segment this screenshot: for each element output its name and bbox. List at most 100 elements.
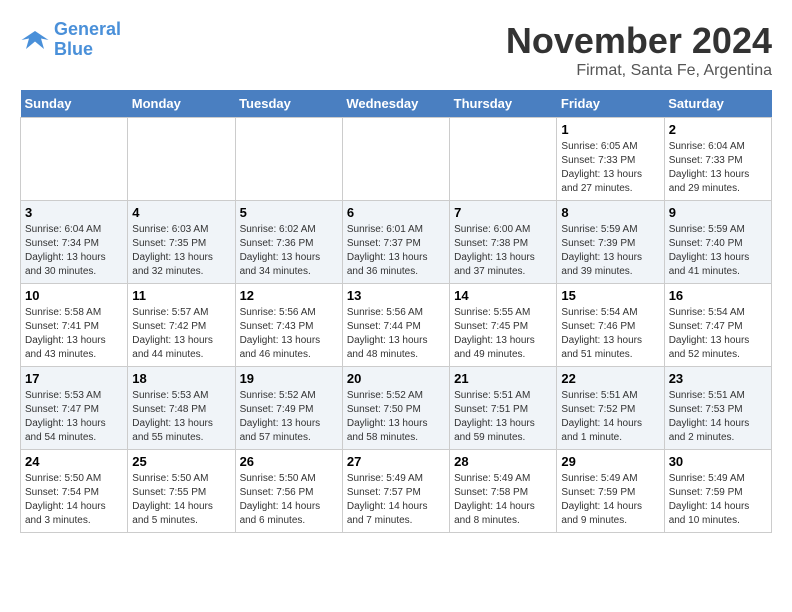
day-info: Sunrise: 6:03 AM Sunset: 7:35 PM Dayligh… [132,223,230,279]
col-saturday: Saturday [664,90,771,118]
day-number: 28 [454,454,552,469]
day-number: 19 [240,371,338,386]
logo-text: General Blue [54,20,121,60]
day-number: 23 [669,371,767,386]
day-info: Sunrise: 5:57 AM Sunset: 7:42 PM Dayligh… [132,306,230,362]
day-number: 27 [347,454,445,469]
day-number: 15 [561,288,659,303]
day-info: Sunrise: 6:04 AM Sunset: 7:33 PM Dayligh… [669,140,767,196]
day-number: 30 [669,454,767,469]
calendar-cell [342,118,449,201]
calendar-cell: 19 Sunrise: 5:52 AM Sunset: 7:49 PM Dayli… [235,367,342,450]
day-info: Sunrise: 5:59 AM Sunset: 7:39 PM Dayligh… [561,223,659,279]
calendar-cell: 4 Sunrise: 6:03 AM Sunset: 7:35 PM Daylig… [128,201,235,284]
day-info: Sunrise: 5:51 AM Sunset: 7:52 PM Dayligh… [561,389,659,445]
calendar-cell: 18 Sunrise: 5:53 AM Sunset: 7:48 PM Dayli… [128,367,235,450]
day-info: Sunrise: 5:49 AM Sunset: 7:57 PM Dayligh… [347,472,445,528]
month-title: November 2024 [506,20,772,62]
day-number: 29 [561,454,659,469]
week-row-5: 24 Sunrise: 5:50 AM Sunset: 7:54 PM Dayli… [21,450,772,533]
day-info: Sunrise: 6:04 AM Sunset: 7:34 PM Dayligh… [25,223,123,279]
day-number: 17 [25,371,123,386]
calendar-cell: 13Sunrise: 5:56 AM Sunset: 7:44 PM Dayli… [342,284,449,367]
calendar-cell [235,118,342,201]
calendar-cell: 30Sunrise: 5:49 AM Sunset: 7:59 PM Dayli… [664,450,771,533]
day-number: 24 [25,454,123,469]
day-info: Sunrise: 5:52 AM Sunset: 7:50 PM Dayligh… [347,389,445,445]
calendar-body: 1 Sunrise: 6:05 AM Sunset: 7:33 PM Daylig… [21,118,772,533]
calendar-cell [21,118,128,201]
week-row-3: 10Sunrise: 5:58 AM Sunset: 7:41 PM Dayli… [21,284,772,367]
calendar-cell: 14 Sunrise: 5:55 AM Sunset: 7:45 PM Dayli… [450,284,557,367]
day-info: Sunrise: 5:53 AM Sunset: 7:47 PM Dayligh… [25,389,123,445]
day-number: 18 [132,371,230,386]
calendar-cell: 20Sunrise: 5:52 AM Sunset: 7:50 PM Dayli… [342,367,449,450]
day-info: Sunrise: 5:55 AM Sunset: 7:45 PM Dayligh… [454,306,552,362]
day-info: Sunrise: 6:01 AM Sunset: 7:37 PM Dayligh… [347,223,445,279]
day-info: Sunrise: 6:05 AM Sunset: 7:33 PM Dayligh… [561,140,659,196]
day-number: 10 [25,288,123,303]
calendar-cell: 6 Sunrise: 6:01 AM Sunset: 7:37 PM Daylig… [342,201,449,284]
calendar-cell: 2 Sunrise: 6:04 AM Sunset: 7:33 PM Daylig… [664,118,771,201]
day-number: 6 [347,205,445,220]
day-number: 25 [132,454,230,469]
day-info: Sunrise: 5:59 AM Sunset: 7:40 PM Dayligh… [669,223,767,279]
calendar-cell: 23 Sunrise: 5:51 AM Sunset: 7:53 PM Dayli… [664,367,771,450]
day-number: 16 [669,288,767,303]
day-number: 3 [25,205,123,220]
calendar-cell: 27 Sunrise: 5:49 AM Sunset: 7:57 PM Dayli… [342,450,449,533]
day-info: Sunrise: 6:00 AM Sunset: 7:38 PM Dayligh… [454,223,552,279]
calendar-cell: 25 Sunrise: 5:50 AM Sunset: 7:55 PM Dayli… [128,450,235,533]
logo-line1: General [54,19,121,39]
day-info: Sunrise: 5:54 AM Sunset: 7:46 PM Dayligh… [561,306,659,362]
week-row-1: 1 Sunrise: 6:05 AM Sunset: 7:33 PM Daylig… [21,118,772,201]
logo: General Blue [20,20,121,60]
logo-icon [20,25,50,55]
col-monday: Monday [128,90,235,118]
day-number: 22 [561,371,659,386]
col-wednesday: Wednesday [342,90,449,118]
calendar-cell: 28Sunrise: 5:49 AM Sunset: 7:58 PM Dayli… [450,450,557,533]
calendar-cell: 10Sunrise: 5:58 AM Sunset: 7:41 PM Dayli… [21,284,128,367]
day-info: Sunrise: 5:56 AM Sunset: 7:44 PM Dayligh… [347,306,445,362]
day-number: 2 [669,122,767,137]
col-tuesday: Tuesday [235,90,342,118]
calendar-cell: 21Sunrise: 5:51 AM Sunset: 7:51 PM Dayli… [450,367,557,450]
day-number: 1 [561,122,659,137]
logo-line2: Blue [54,39,93,59]
col-sunday: Sunday [21,90,128,118]
calendar-cell: 29 Sunrise: 5:49 AM Sunset: 7:59 PM Dayli… [557,450,664,533]
week-row-4: 17 Sunrise: 5:53 AM Sunset: 7:47 PM Dayli… [21,367,772,450]
day-number: 7 [454,205,552,220]
title-area: November 2024 Firmat, Santa Fe, Argentin… [506,20,772,80]
col-thursday: Thursday [450,90,557,118]
location-title: Firmat, Santa Fe, Argentina [506,62,772,80]
day-number: 5 [240,205,338,220]
day-info: Sunrise: 5:56 AM Sunset: 7:43 PM Dayligh… [240,306,338,362]
day-number: 26 [240,454,338,469]
calendar-cell: 26 Sunrise: 5:50 AM Sunset: 7:56 PM Dayli… [235,450,342,533]
header-row: Sunday Monday Tuesday Wednesday Thursday… [21,90,772,118]
calendar-cell: 16 Sunrise: 5:54 AM Sunset: 7:47 PM Dayli… [664,284,771,367]
day-info: Sunrise: 5:50 AM Sunset: 7:56 PM Dayligh… [240,472,338,528]
calendar-cell: 7 Sunrise: 6:00 AM Sunset: 7:38 PM Daylig… [450,201,557,284]
calendar-cell: 3 Sunrise: 6:04 AM Sunset: 7:34 PM Daylig… [21,201,128,284]
day-info: Sunrise: 5:50 AM Sunset: 7:55 PM Dayligh… [132,472,230,528]
day-number: 14 [454,288,552,303]
day-info: Sunrise: 5:53 AM Sunset: 7:48 PM Dayligh… [132,389,230,445]
day-info: Sunrise: 5:54 AM Sunset: 7:47 PM Dayligh… [669,306,767,362]
calendar-cell [128,118,235,201]
day-info: Sunrise: 5:51 AM Sunset: 7:51 PM Dayligh… [454,389,552,445]
week-row-2: 3 Sunrise: 6:04 AM Sunset: 7:34 PM Daylig… [21,201,772,284]
day-number: 9 [669,205,767,220]
day-number: 8 [561,205,659,220]
day-number: 4 [132,205,230,220]
day-info: Sunrise: 5:49 AM Sunset: 7:59 PM Dayligh… [561,472,659,528]
day-info: Sunrise: 5:51 AM Sunset: 7:53 PM Dayligh… [669,389,767,445]
calendar-cell: 9 Sunrise: 5:59 AM Sunset: 7:40 PM Daylig… [664,201,771,284]
calendar-cell: 15 Sunrise: 5:54 AM Sunset: 7:46 PM Dayli… [557,284,664,367]
calendar-cell: 17 Sunrise: 5:53 AM Sunset: 7:47 PM Dayli… [21,367,128,450]
col-friday: Friday [557,90,664,118]
day-info: Sunrise: 5:50 AM Sunset: 7:54 PM Dayligh… [25,472,123,528]
day-info: Sunrise: 5:52 AM Sunset: 7:49 PM Dayligh… [240,389,338,445]
